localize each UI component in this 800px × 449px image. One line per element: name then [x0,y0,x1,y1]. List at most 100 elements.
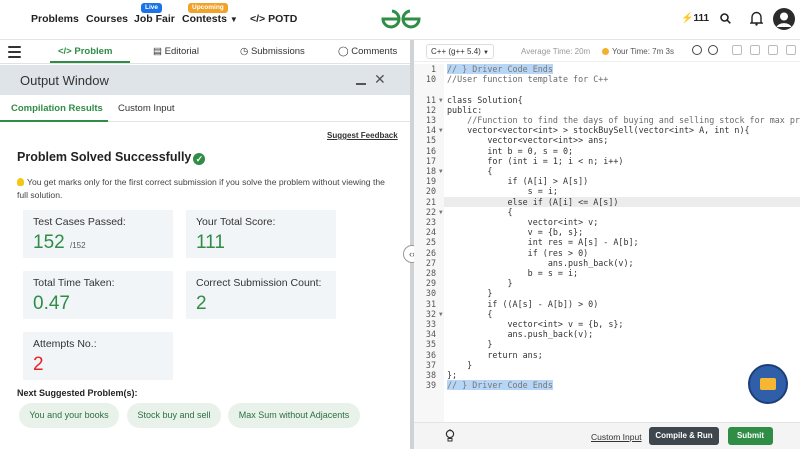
tab-comments[interactable]: ◯ Comments [338,46,397,57]
code-line: } [447,359,473,370]
your-time-text: Your Time: 7m 3s [612,47,674,56]
tab-submissions-label: Submissions [250,46,305,57]
code-line: { [447,206,513,217]
line-number: 26 [425,247,436,258]
search-icon[interactable] [720,13,731,24]
code-line: if (res > 0) [447,247,589,258]
code-line: vector<int> v = {b, s}; [447,319,624,329]
code-line: //User function template for C++ [447,74,609,85]
line-number: 35 [425,339,436,350]
code-line: } [447,339,493,350]
test-cases-card: Test Cases Passed: 152 /152 [23,210,173,258]
suggested-problem-chip[interactable]: You and your books [19,403,119,428]
suggested-problem-chip[interactable]: Max Sum without Adjacents [228,403,360,428]
problem-tabs: </> Problem ▤ Editorial ◷ Submissions ◯ … [0,40,410,64]
correct-count-card: Correct Submission Count: 2 [186,271,336,319]
suggested-problem-chip[interactable]: Stock buy and sell [127,403,221,428]
tab-problem-label: Problem [74,46,113,57]
tab-custom-input[interactable]: Custom Input [118,103,175,114]
user-icon [776,12,792,27]
code-icon: </> [58,46,72,57]
tab-submissions[interactable]: ◷ Submissions [240,46,305,57]
line-number: 1 [430,64,436,74]
gfg-logo[interactable] [378,7,424,31]
submission-note: You get marks only for the first correct… [17,176,397,202]
bulb-icon[interactable] [444,429,456,443]
next-problems-title: Next Suggested Problem(s): [17,388,138,398]
code-line: b = s = i; [447,268,579,278]
editor-toolbar: C++ (g++ 5.4) ▼ Average Time: 20m Your T… [414,40,800,62]
attempts-card: Attempts No.: 2 [23,332,173,380]
minimize-icon[interactable] [356,83,366,85]
chevron-down-icon: ▼ [229,15,238,24]
help-fab[interactable] [748,364,788,404]
code-line: if (A[i] > A[s]) [447,176,589,187]
history-icon: ◷ [240,46,249,57]
tab-problem[interactable]: </> Problem [58,46,112,57]
streak-counter[interactable]: ⚡111 [681,13,709,24]
bulb-icon [17,178,24,186]
code-line: return ans; [447,349,543,360]
line-number: 37 [425,359,436,370]
code-line: { [447,308,493,319]
line-number: 17 [425,155,436,166]
time-card: Total Time Taken: 0.47 [23,271,173,319]
tab-compilation-results[interactable]: Compilation Results [11,103,103,114]
settings-icon[interactable] [768,45,778,55]
code-line: } [447,278,513,289]
submit-button[interactable]: Submit [728,427,773,445]
nav-potd[interactable]: </> POTD [250,13,297,25]
custom-input-link[interactable]: Custom Input [591,432,642,442]
line-number: 11 [425,94,436,105]
avatar[interactable] [773,8,795,30]
status-heading: Problem Solved Successfully ✓ [17,150,206,165]
tab-editorial[interactable]: ▤ Editorial [153,46,199,57]
code-editor[interactable]: 1 // } Driver Code Ends 10 //User function … [414,64,800,426]
code-line: v = {b, s}; [447,227,584,238]
nav-contests-label: Contests [182,13,227,25]
active-tab-indicator [50,61,130,63]
live-badge: Live [141,3,163,13]
code-icon: </> [250,13,266,25]
fold-toggle-icon[interactable]: ▼ [439,167,443,177]
line-number: 13 [425,115,436,125]
bell-icon[interactable] [750,11,763,26]
score-label: Your Total Score: [196,216,276,228]
test-cases-passed: 152 [33,232,65,253]
fold-toggle-icon[interactable]: ▼ [439,310,443,320]
line-number: 10 [425,74,436,85]
code-line: vector<vector<int> > stockBuySell(vector… [447,125,750,136]
line-number: 18 [425,166,436,176]
language-select[interactable]: C++ (g++ 5.4) ▼ [426,44,494,59]
reset-icon[interactable] [708,45,718,55]
close-icon[interactable]: ✕ [374,71,386,88]
score-card: Your Total Score: 111 [186,210,336,258]
line-number: 15 [425,135,436,146]
code-line: { [447,166,493,176]
problem-pane: </> Problem ▤ Editorial ◷ Submissions ◯ … [0,40,410,449]
attempts-value: 2 [33,354,44,375]
nav-contests[interactable]: Contests ▼ [182,13,238,25]
nav-problems[interactable]: Problems [31,13,79,25]
test-cases-value: 152 /152 [33,232,86,254]
code-line: ans.push_back(v); [447,329,594,340]
suggest-feedback-link[interactable]: Suggest Feedback [327,131,398,140]
compile-run-button[interactable]: Compile & Run [649,427,719,445]
nav-job-fair[interactable]: Job Fair [134,13,175,25]
timer-icon[interactable] [692,45,702,55]
copy-icon[interactable] [732,45,742,55]
fold-toggle-icon[interactable]: ▼ [439,126,443,136]
line-number: 34 [425,329,436,340]
fold-toggle-icon[interactable]: ▼ [439,208,443,218]
nav-courses[interactable]: Courses [86,13,128,25]
line-number: 33 [425,319,436,329]
time-label: Total Time Taken: [33,277,115,289]
fold-toggle-icon[interactable]: ▼ [439,96,443,106]
editor-footer: Custom Input Compile & Run Submit [414,422,800,449]
tab-comments-label: Comments [351,46,398,57]
top-navbar: Problems Courses Live Job Fair Upcoming … [0,0,800,40]
fullscreen-icon[interactable] [750,45,760,55]
menu-icon[interactable] [8,46,21,58]
line-number: 24 [425,227,436,238]
expand-icon[interactable] [786,45,796,55]
